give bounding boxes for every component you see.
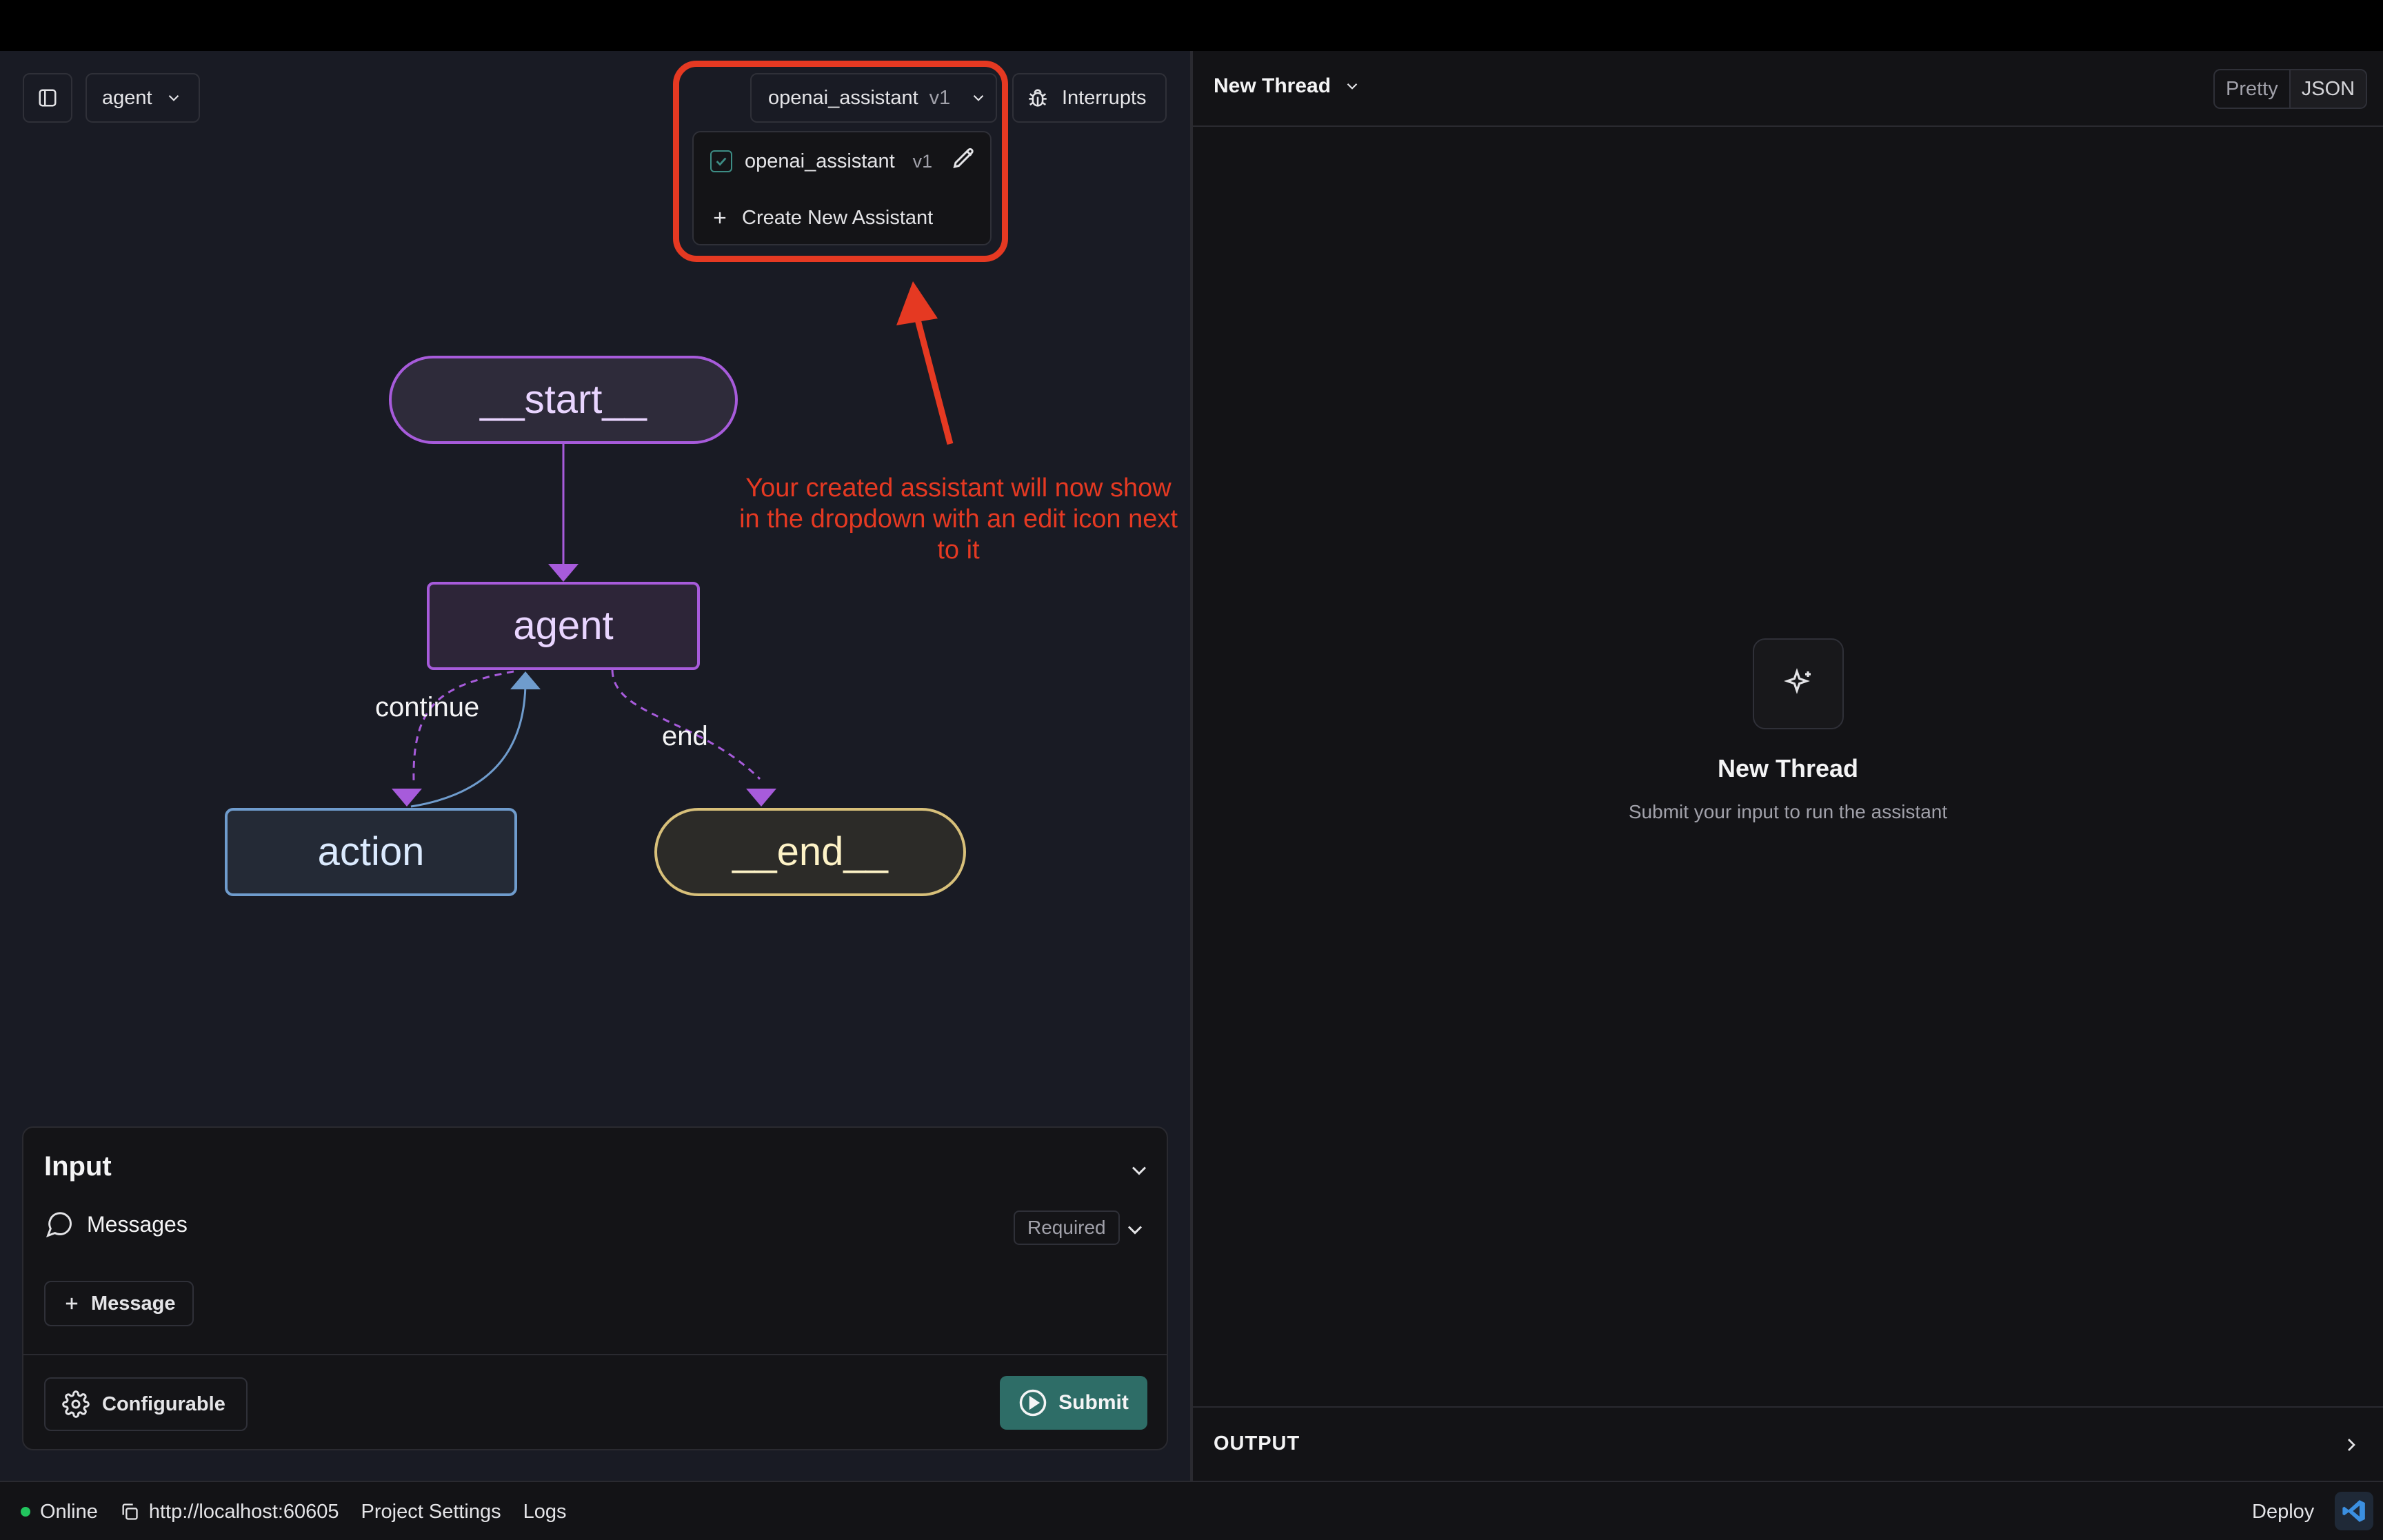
interrupts-button[interactable]: Interrupts: [1012, 73, 1167, 123]
view-json-button[interactable]: JSON: [2289, 70, 2366, 108]
node-action-label[interactable]: action: [226, 829, 516, 875]
configurable-label: Configurable: [102, 1392, 225, 1415]
server-url[interactable]: http://localhost:60605: [120, 1501, 339, 1523]
submit-button[interactable]: Submit: [1000, 1376, 1147, 1430]
node-start-label[interactable]: __start__: [390, 376, 736, 423]
connection-status: Online: [21, 1501, 98, 1523]
messages-field-label: Messages: [44, 1209, 188, 1239]
copy-icon: [122, 1503, 138, 1520]
empty-state-title: New Thread: [1717, 754, 1859, 782]
gear-icon: [62, 1390, 90, 1418]
view-mode-toggle: Pretty JSON: [2213, 69, 2368, 109]
empty-state-icon-box: [1753, 638, 1844, 729]
graph-selector-label: agent: [102, 86, 152, 109]
chevron-down-icon[interactable]: [1123, 1217, 1147, 1242]
play-circle-icon: [1019, 1389, 1047, 1417]
chevron-down-icon: [1347, 83, 1358, 90]
input-title: Input: [44, 1151, 112, 1182]
vscode-icon[interactable]: [2335, 1492, 2373, 1530]
output-label: OUTPUT: [1214, 1432, 1300, 1455]
arrow-agent-end: [746, 789, 776, 807]
thread-header: New Thread Pretty JSON: [1193, 51, 2383, 127]
thread-title: New Thread: [1214, 74, 1331, 97]
edge-label-continue: continue: [375, 692, 480, 722]
logs-link[interactable]: Logs: [523, 1501, 567, 1523]
sparkle-icon: [1784, 668, 1811, 694]
thread-pane: New Thread Pretty JSON New Thread Submit…: [1193, 51, 2383, 1481]
chevron-right-icon[interactable]: [2340, 1434, 2362, 1456]
status-left-group: Online http://localhost:60605 Project Se…: [21, 1482, 567, 1540]
required-badge: Required: [1014, 1210, 1120, 1245]
edge-label-end: end: [662, 721, 708, 751]
deploy-link[interactable]: Deploy: [2252, 1482, 2314, 1540]
thread-selector[interactable]: New Thread: [1214, 74, 1361, 98]
messages-label: Messages: [87, 1211, 188, 1237]
highlight-box: [673, 61, 1008, 262]
chevron-down-icon[interactable]: [1127, 1158, 1152, 1183]
chat-bubble-icon: [46, 1212, 72, 1238]
configurable-button[interactable]: Configurable: [44, 1377, 248, 1431]
arrow-agent-action: [392, 789, 422, 807]
connection-status-label: Online: [40, 1500, 98, 1523]
node-end-label[interactable]: __end__: [656, 829, 965, 875]
graph-selector[interactable]: agent: [86, 73, 200, 123]
arrow-action-agent: [510, 671, 541, 689]
plus-icon: [66, 1297, 78, 1310]
input-panel: Input Messages Required Message Configur…: [22, 1126, 1168, 1450]
arrow-start-agent: [548, 564, 579, 582]
online-indicator: [21, 1507, 30, 1517]
submit-label: Submit: [1058, 1391, 1129, 1414]
status-bar: Online http://localhost:60605 Project Se…: [0, 1481, 2383, 1540]
sidebar-toggle-button[interactable]: [23, 73, 72, 123]
chevron-down-icon: [168, 94, 179, 101]
add-message-label: Message: [91, 1292, 176, 1315]
empty-state-subtitle: Submit your input to run the assistant: [1628, 801, 1948, 822]
bug-icon: [1029, 89, 1047, 107]
view-pretty-button[interactable]: Pretty: [2215, 70, 2289, 108]
output-section[interactable]: OUTPUT: [1193, 1406, 2383, 1481]
sidebar-toggle-icon: [39, 89, 57, 107]
annotation-arrow: [896, 281, 954, 445]
server-url-label: http://localhost:60605: [148, 1500, 339, 1523]
annotation-text: Your created assistant will now show in …: [739, 474, 1178, 565]
interrupts-label: Interrupts: [1062, 86, 1147, 109]
panel-divider: [23, 1354, 1167, 1355]
add-message-button[interactable]: Message: [44, 1281, 194, 1326]
project-settings-link[interactable]: Project Settings: [361, 1501, 501, 1523]
node-agent-label[interactable]: agent: [428, 602, 698, 649]
